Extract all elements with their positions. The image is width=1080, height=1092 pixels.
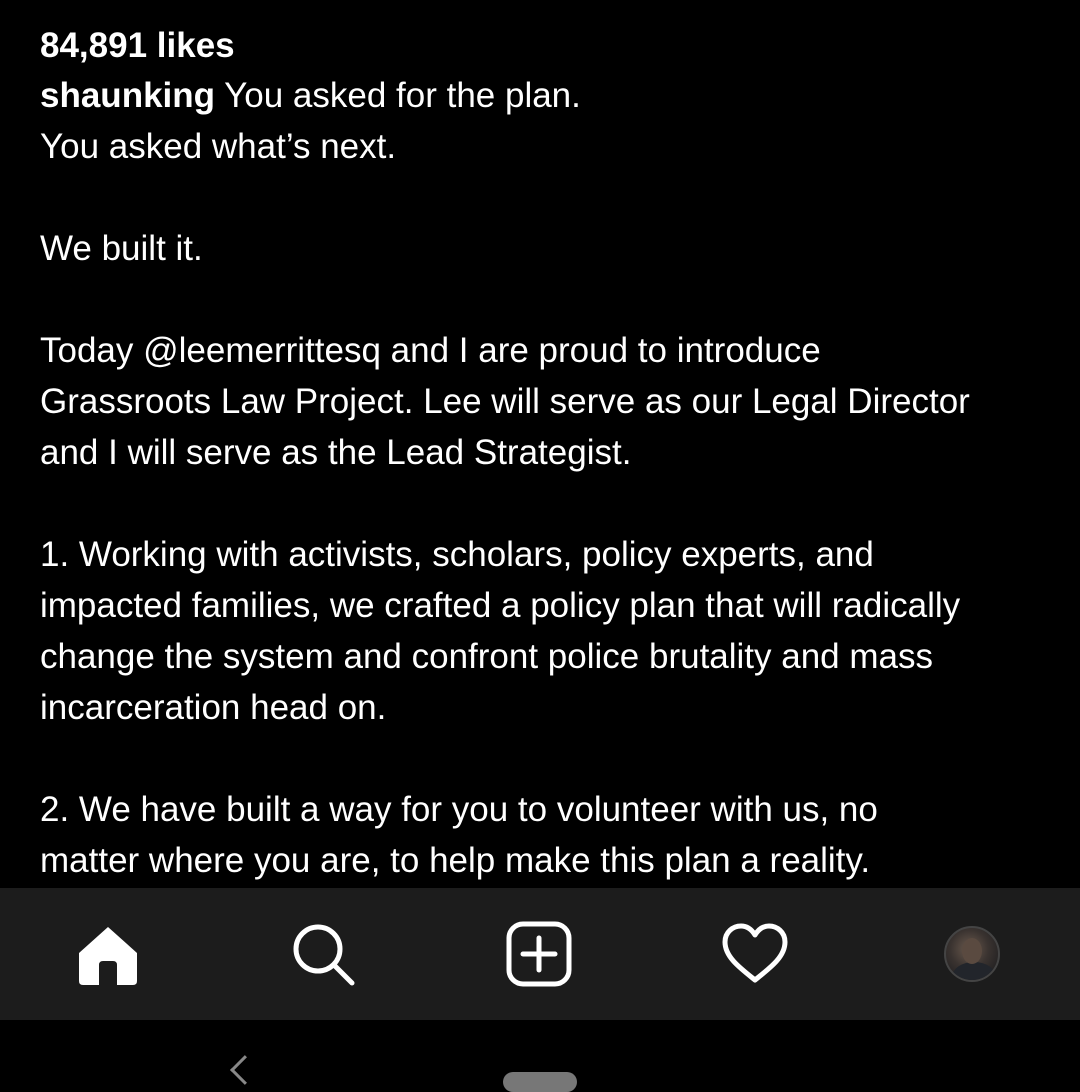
- caption-line: We built it.: [40, 229, 203, 268]
- username-link[interactable]: shaunking: [40, 76, 215, 115]
- caption-line: incarceration head on.: [40, 688, 387, 727]
- system-back-icon[interactable]: [230, 1055, 260, 1085]
- search-icon: [293, 924, 355, 986]
- nav-activity[interactable]: [715, 914, 795, 994]
- caption-text: You asked for the plan.: [215, 76, 581, 115]
- caption-line: Today @leemerrittesq and I are proud to …: [40, 331, 821, 370]
- nav-new-post[interactable]: [499, 914, 579, 994]
- profile-avatar: [944, 926, 1000, 982]
- bottom-navigation-bar: [0, 888, 1080, 1020]
- activity-heart-icon: [722, 923, 788, 983]
- system-navigation-bar: [0, 1020, 1080, 1092]
- caption-line: Grassroots Law Project. Lee will serve a…: [40, 382, 970, 421]
- caption-line: and I will serve as the Lead Strategist.: [40, 433, 632, 472]
- nav-profile[interactable]: [932, 914, 1012, 994]
- system-home-pill[interactable]: [503, 1072, 577, 1092]
- nav-search[interactable]: [283, 914, 363, 994]
- nav-home[interactable]: [68, 914, 148, 994]
- home-icon: [79, 927, 137, 985]
- caption-line: matter where you are, to help make this …: [40, 841, 871, 880]
- caption-body: You asked what’s next. We built it. Today …: [40, 121, 1060, 886]
- caption-line: You asked what’s next.: [40, 127, 397, 166]
- caption-first-line: shaunking You asked for the plan.: [40, 70, 1060, 121]
- caption-line: 2. We have built a way for you to volunt…: [40, 790, 878, 829]
- caption: shaunking You asked for the plan. You as…: [40, 70, 1060, 886]
- caption-line: change the system and confront police br…: [40, 637, 933, 676]
- caption-line: 1. Working with activists, scholars, pol…: [40, 535, 874, 574]
- likes-count[interactable]: 84,891 likes: [40, 22, 1060, 70]
- new-post-icon: [506, 921, 572, 987]
- caption-line: impacted families, we crafted a policy p…: [40, 586, 961, 625]
- post-caption-area: 84,891 likes shaunking You asked for the…: [40, 22, 1060, 888]
